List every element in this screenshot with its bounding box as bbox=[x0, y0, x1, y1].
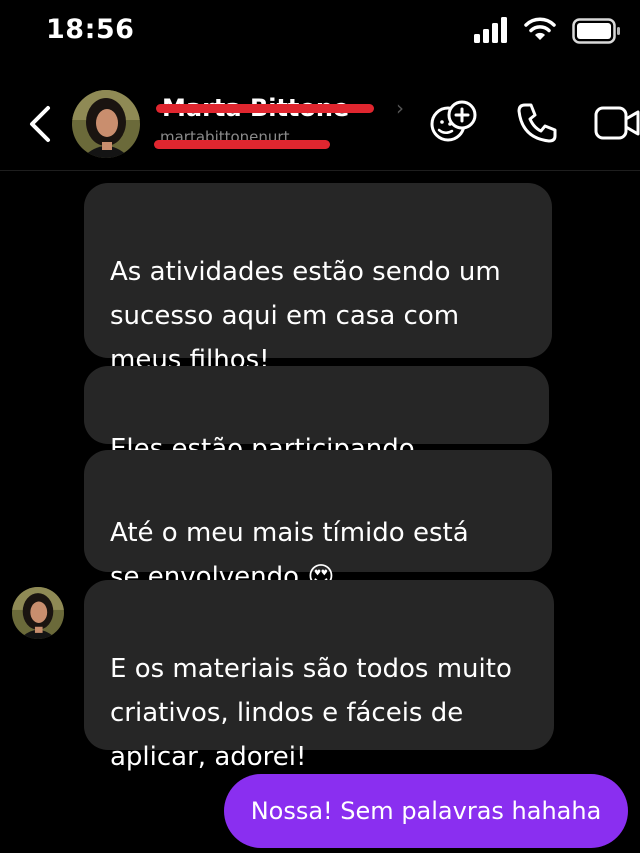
message-bubble[interactable]: As atividades estão sendo um sucesso aqu… bbox=[84, 183, 552, 375]
add-people-icon[interactable] bbox=[428, 98, 482, 144]
username-redaction bbox=[154, 140, 330, 149]
video-camera-icon[interactable] bbox=[594, 104, 640, 142]
outgoing-message-text: Nossa! Sem palavras hahaha bbox=[250, 797, 602, 825]
message-text: E os materiais são todos muito criativos… bbox=[110, 654, 512, 772]
status-time: 18:56 bbox=[46, 14, 135, 45]
battery-icon bbox=[572, 18, 620, 44]
message-bubble[interactable]: Até o meu mais tímido está se envolvendo… bbox=[84, 450, 552, 592]
contact-avatar[interactable] bbox=[72, 90, 140, 158]
sender-avatar[interactable] bbox=[12, 587, 64, 639]
outgoing-message-bubble[interactable]: Nossa! Sem palavras hahaha bbox=[224, 774, 628, 848]
back-chevron-icon[interactable] bbox=[26, 104, 56, 144]
message-bubble[interactable]: Eles estão participando bastante bbox=[84, 366, 549, 508]
message-text: As atividades estão sendo um sucesso aqu… bbox=[110, 257, 501, 375]
chat-header: Marta Bittone martabittonenurt › bbox=[0, 70, 640, 171]
status-bar: 18:56 bbox=[0, 0, 640, 70]
message-bubble[interactable]: E os materiais são todos muito criativos… bbox=[84, 580, 554, 772]
name-redaction bbox=[156, 104, 374, 113]
wifi-icon bbox=[524, 17, 556, 40]
phone-icon[interactable] bbox=[516, 102, 558, 144]
signal-icon bbox=[474, 17, 507, 43]
profile-chevron-icon[interactable]: › bbox=[396, 96, 404, 120]
